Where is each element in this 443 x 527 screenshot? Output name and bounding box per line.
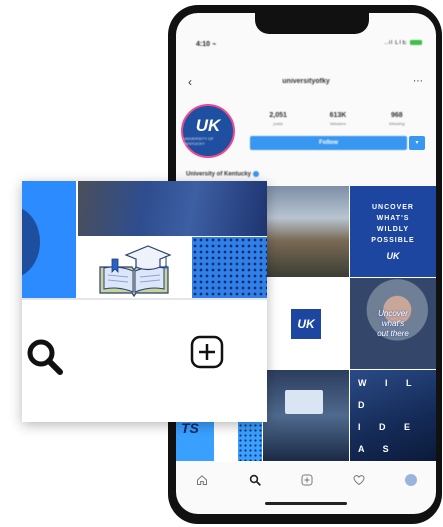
stat-label: following [389,121,405,126]
more-options-icon[interactable]: ⋯ [413,76,424,87]
stat-followers[interactable]: 613K followers [330,112,347,126]
quote-line: what's [381,318,405,328]
profile-icon[interactable] [404,474,417,486]
add-icon[interactable] [190,335,240,390]
wild-line: W I L D [358,377,420,410]
graduation-book-icon [99,245,172,298]
zoom-blue-tile [22,181,76,298]
zoom-book-tile [78,237,190,298]
post-tile-wild-ideas[interactable]: W I L D I D E A S [350,370,436,461]
verified-badge-icon [253,171,260,177]
student-quote: Uncover what's out there [377,309,409,339]
quote-line: out there [377,328,409,338]
status-signals: ..ıl LTE [384,40,422,46]
zoom-divider [22,298,267,300]
heart-icon[interactable] [352,473,366,487]
uncover-line: WHAT'S [376,215,410,222]
graphic-dots-block [238,418,262,461]
status-time: 4:10 ⌁ [196,41,217,48]
wild-line: I D E A S [358,421,419,454]
stat-value: 968 [391,112,403,119]
lab-screen [285,390,323,414]
bio-name-text: University of Kentucky [186,171,252,178]
uncover-line: WILDLY [376,226,410,233]
zoom-callout [22,181,267,422]
uncover-line: POSSIBLE [371,237,415,244]
stat-label: followers [330,121,346,126]
avatar-subtitle: UNIVERSITY OF KENTUCKY [183,135,214,146]
post-tile-uk-logo[interactable]: UK [263,278,349,369]
phone-notch [255,13,369,34]
post-tile-campus[interactable] [263,186,349,277]
profile-username: universityofky [282,78,330,85]
search-icon[interactable] [24,336,74,391]
add-icon[interactable] [300,473,314,487]
stat-value: 2,051 [269,112,287,119]
search-icon[interactable] [248,473,262,487]
home-indicator[interactable] [265,502,347,505]
bottom-tab-bar [176,462,436,498]
follow-button[interactable]: Follow [250,136,407,150]
suggestions-chevron-button[interactable]: ▾ [409,136,425,150]
post-tile-uncover[interactable]: UNCOVER WHAT'S WILDLY POSSIBLE UK [350,186,436,277]
stat-label: posts [273,121,283,126]
uncover-line: UNCOVER [371,204,414,211]
post-tile-student[interactable]: Uncover what's out there [350,278,436,369]
zoom-dots-tile [192,237,267,298]
graphic-ts-text: TS [181,420,199,436]
uk-logo: UK [291,308,321,339]
bio-name: University of Kentucky [186,171,260,178]
status-signal-text: ..ıl LTE [384,40,407,47]
stat-posts[interactable]: 2,051 posts [269,112,287,126]
zoom-photo-tile [78,181,267,236]
avatar-uk-logo: UK [195,115,221,135]
graphic-white-block [214,418,238,461]
profile-stats: 2,051 posts 613K followers 968 following [248,112,426,126]
avatar[interactable]: UK UNIVERSITY OF KENTUCKY [181,104,235,158]
stat-value: 613K [329,112,347,119]
quote-line: Uncover [378,308,408,318]
home-icon[interactable] [195,473,209,487]
post-tile-lab[interactable] [263,370,349,461]
uncover-uk-logo: UK [386,251,400,261]
battery-icon [410,40,422,45]
stat-following[interactable]: 968 following [389,112,405,126]
zoom-blue-circle [22,206,40,278]
